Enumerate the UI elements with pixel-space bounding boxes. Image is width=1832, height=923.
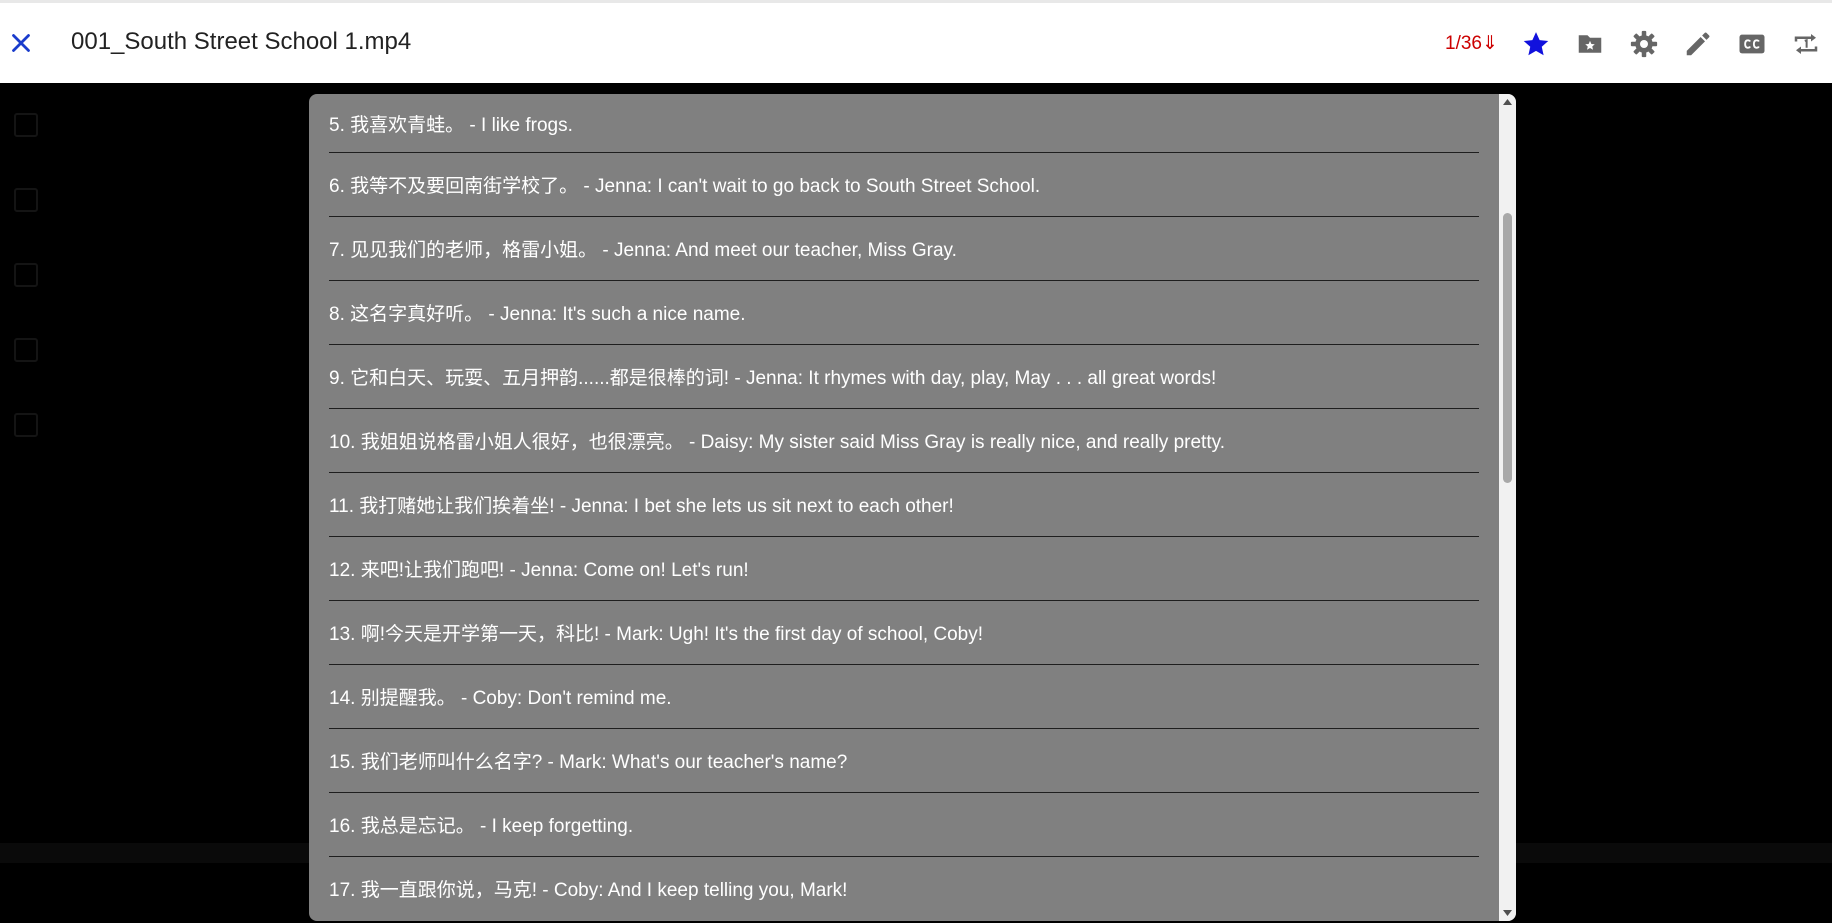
background-checkbox bbox=[14, 413, 38, 437]
captions-button[interactable] bbox=[1737, 29, 1767, 59]
background-checkbox bbox=[14, 263, 38, 287]
folder-star-icon bbox=[1578, 35, 1602, 53]
subtitle-list: 5. 我喜欢青蛙。 - I like frogs. 6. 我等不及要回南街学校了。… bbox=[329, 94, 1479, 920]
subtitle-row[interactable]: 12. 来吧!让我们跑吧! - Jenna: Come on! Let's ru… bbox=[329, 537, 1479, 601]
subtitle-row[interactable]: 16. 我总是忘记。 - I keep forgetting. bbox=[329, 793, 1479, 857]
subtitle-row[interactable]: 6. 我等不及要回南街学校了。 - Jenna: I can't wait to… bbox=[329, 153, 1479, 217]
background-checkbox bbox=[14, 338, 38, 362]
pencil-icon bbox=[1686, 32, 1710, 56]
scroll-thumb[interactable] bbox=[1503, 213, 1512, 483]
subtitle-row[interactable]: 17. 我一直跟你说，马克! - Coby: And I keep tellin… bbox=[329, 857, 1479, 920]
folder-favorites-button[interactable] bbox=[1575, 29, 1605, 59]
subtitle-row[interactable]: 10. 我姐姐说格雷小姐人很好，也很漂亮。 - Daisy: My sister… bbox=[329, 409, 1479, 473]
repeat-icon bbox=[1794, 34, 1818, 54]
subtitle-counter[interactable]: 1/36⇓ bbox=[1445, 32, 1498, 55]
top-toolbar: 001_South Street School 1.mp4 1/36⇓ bbox=[0, 0, 1832, 83]
subtitle-row[interactable]: 7. 见见我们的老师，格雷小姐。 - Jenna: And meet our t… bbox=[329, 217, 1479, 281]
subtitle-row[interactable]: 8. 这名字真好听。 - Jenna: It's such a nice nam… bbox=[329, 281, 1479, 345]
closed-captions-icon bbox=[1739, 34, 1765, 54]
repeat-button[interactable] bbox=[1791, 29, 1821, 59]
gear-icon bbox=[1630, 30, 1658, 58]
video-title: 001_South Street School 1.mp4 bbox=[71, 28, 412, 55]
favorite-button[interactable] bbox=[1521, 29, 1551, 59]
scroll-down-arrow[interactable] bbox=[1499, 904, 1516, 921]
subtitle-row[interactable]: 11. 我打赌她让我们挨着坐! - Jenna: I bet she lets … bbox=[329, 473, 1479, 537]
subtitle-row[interactable]: 13. 啊!今天是开学第一天，科比! - Mark: Ugh! It's the… bbox=[329, 601, 1479, 665]
subtitle-row[interactable]: 5. 我喜欢青蛙。 - I like frogs. bbox=[329, 94, 1479, 153]
scroll-up-arrow[interactable] bbox=[1499, 94, 1516, 111]
subtitle-row[interactable]: 9. 它和白天、玩耍、五月押韵......都是很棒的词! - Jenna: It… bbox=[329, 345, 1479, 409]
background-checkbox bbox=[14, 188, 38, 212]
settings-button[interactable] bbox=[1629, 29, 1659, 59]
close-button[interactable] bbox=[6, 28, 36, 58]
edit-button[interactable] bbox=[1683, 29, 1713, 59]
subtitle-row[interactable]: 14. 别提醒我。 - Coby: Don't remind me. bbox=[329, 665, 1479, 729]
subtitle-list-panel: 5. 我喜欢青蛙。 - I like frogs. 6. 我等不及要回南街学校了。… bbox=[309, 94, 1516, 921]
scrollbar[interactable] bbox=[1499, 94, 1516, 921]
background-checkbox bbox=[14, 113, 38, 137]
triangle-up-icon bbox=[1503, 99, 1512, 105]
triangle-down-icon bbox=[1503, 910, 1512, 916]
close-icon bbox=[12, 34, 30, 52]
star-icon bbox=[1523, 32, 1549, 56]
subtitle-row[interactable]: 15. 我们老师叫什么名字? - Mark: What's our teache… bbox=[329, 729, 1479, 793]
